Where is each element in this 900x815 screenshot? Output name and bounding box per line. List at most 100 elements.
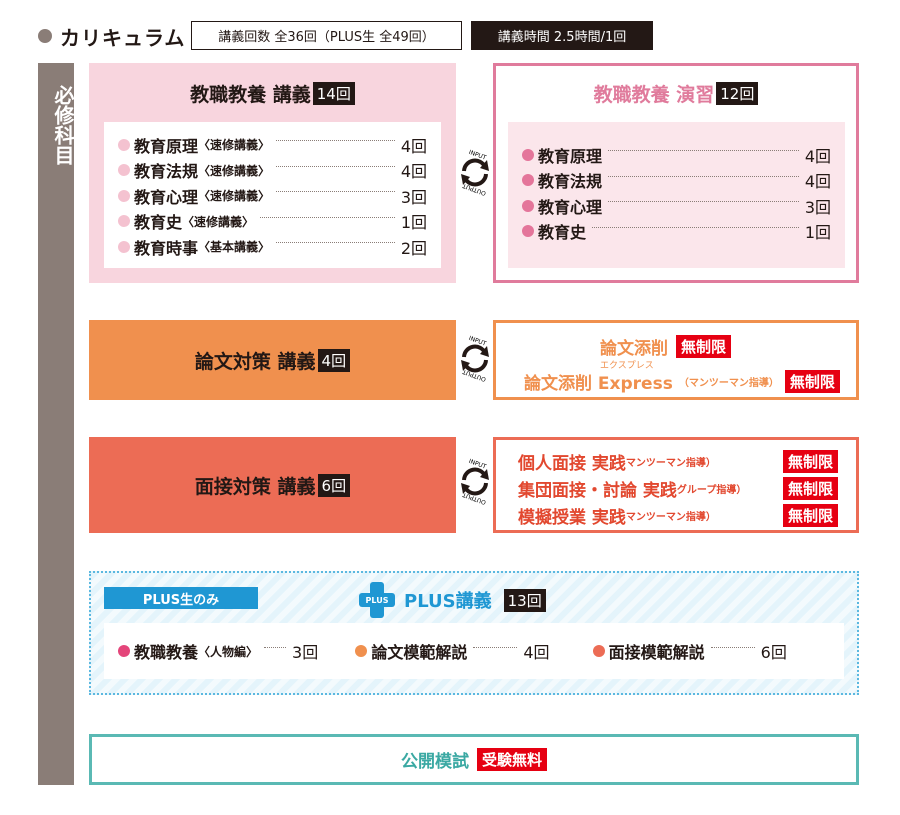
ronbun-express-label: 論文添削 Express: [524, 374, 673, 394]
lecture-time-badge: 講義時間 2.5時間/1回: [471, 21, 653, 50]
item-name: 教育心理: [538, 197, 603, 217]
unlimited-tag: 無制限: [782, 450, 838, 473]
item-name: 教育法規: [134, 162, 199, 182]
free-tag: 受験無料: [476, 748, 547, 771]
item-name: 教職教養: [134, 643, 199, 662]
item-sub: マンツーマン指導）: [625, 512, 716, 523]
bullet-icon: [118, 138, 130, 151]
list-item: 模擬授業 実践 マンツーマン指導） 無制限: [518, 503, 838, 528]
unlimited-tag: 無制限: [676, 335, 732, 358]
item-count: 3回: [804, 197, 831, 217]
mock-exam-box: 公開模試 受験無料: [89, 734, 859, 785]
bullet-icon: [118, 645, 130, 657]
title-bullet-icon: [38, 29, 52, 43]
ronbun-lecture-box: 論文対策 講義 4回: [89, 320, 456, 400]
list-item: 個人面接 実践 マンツーマン指導） 無制限: [518, 449, 838, 474]
item-count: 3回: [400, 187, 427, 207]
item-name: 模擬授業 実践: [518, 508, 626, 528]
lecture-count-badge: 講義回数 全36回（PLUS生 全49回）: [191, 21, 462, 50]
input-output-cycle-icon: INPUT OUTPUT: [461, 335, 489, 383]
item-sub: 〈人物編〉: [198, 644, 259, 659]
bullet-icon: [522, 199, 534, 212]
count-badge: 4回: [317, 348, 351, 372]
item-count: 6回: [760, 643, 787, 662]
list-item: 教育心理 3回: [522, 193, 831, 219]
item-name: 教育原理: [134, 136, 199, 156]
list-item: 教育心理 〈速修講義〉 3回: [118, 183, 427, 209]
item-count: 1回: [400, 213, 427, 233]
list-item: 教育時事 〈基本講義〉 2回: [118, 234, 427, 260]
kyoshoku-practice-title-text: 教職教養 演習: [593, 84, 715, 106]
list-item: 教育史 〈速修講義〉 1回: [118, 209, 427, 235]
kyoshoku-lecture-list: 教育原理 〈速修講義〉 4回 教育法規 〈速修講義〉 4回 教育心理 〈速修講義〉 3回 教…: [104, 122, 441, 268]
unlimited-tag: 無制限: [784, 370, 840, 393]
kyoshoku-practice-title: 教職教養 演習 12回: [493, 80, 859, 107]
item-name: 個人面接 実践: [518, 454, 626, 474]
list-item: 教育史 1回: [522, 219, 831, 245]
input-output-cycle-icon: INPUT OUTPUT: [461, 458, 489, 506]
ronbun-express-sub: （マンツーマン指導）: [678, 378, 779, 389]
item-count: 1回: [804, 223, 831, 243]
item-name: 教育原理: [538, 146, 603, 166]
item-name: 教育史: [538, 223, 587, 243]
item-count: 4回: [804, 172, 831, 192]
list-item: 面接模範解説 6回: [592, 639, 830, 663]
leader-dots: [276, 140, 395, 142]
required-subjects-sidebar: 必修科目: [38, 63, 75, 785]
ronbun-output-box: 論文添削 無制限 エクスプレス 論文添削 Express （マンツーマン指導） …: [493, 320, 859, 400]
bullet-icon: [522, 225, 534, 238]
bullet-icon: [522, 148, 534, 161]
item-sub: 〈速修講義〉: [198, 189, 271, 204]
mensetsu-lecture-box: 面接対策 講義 6回: [89, 437, 456, 533]
leader-dots: [592, 226, 799, 228]
bullet-icon: [592, 645, 605, 657]
list-item: 教育原理 4回: [522, 142, 831, 168]
item-name: 教育法規: [538, 172, 603, 192]
leader-dots: [276, 191, 395, 193]
count-badge: 14回: [312, 82, 355, 105]
list-item: 教育法規 〈速修講義〉 4回: [118, 158, 427, 184]
list-item: 教育法規 4回: [522, 168, 831, 194]
plus-list: 教職教養 〈人物編〉 3回 論文模範解説 4回 面接模範解説 6回: [104, 623, 844, 679]
item-name: 面接模範解説: [608, 643, 705, 662]
count-badge: 12回: [716, 82, 759, 105]
leader-dots: [276, 242, 395, 244]
mock-exam-title: 公開模試: [400, 752, 469, 772]
ronbun-express-row: 論文添削 Express （マンツーマン指導） 無制限: [524, 369, 840, 394]
plus-lecture-title: PLUS PLUS講義 13回: [358, 582, 546, 618]
bullet-icon: [355, 645, 368, 657]
ronbun-correction-row: 論文添削 無制限: [600, 334, 732, 359]
kyoshoku-lecture-title: 教職教養 講義 14回: [89, 80, 456, 107]
kyoshoku-lecture-title-text: 教職教養 講義: [190, 84, 311, 106]
plus-icon: PLUS: [359, 582, 395, 618]
item-name: 教育時事: [134, 238, 199, 258]
page-title: カリキュラム: [60, 26, 186, 50]
item-sub: 〈基本講義〉: [198, 240, 271, 255]
leader-dots: [608, 150, 799, 152]
plus-icon-text: PLUS: [366, 596, 389, 605]
item-count: 4回: [400, 162, 427, 182]
list-item: 論文模範解説 4回: [355, 639, 592, 663]
leader-dots: [710, 646, 755, 648]
item-sub: 〈速修講義〉: [182, 214, 255, 229]
item-count: 4回: [400, 136, 427, 156]
kyoshoku-practice-list: 教育原理 4回 教育法規 4回 教育心理 3回 教育史 1回: [508, 122, 845, 268]
bullet-icon: [522, 174, 534, 187]
item-sub: 〈速修講義〉: [198, 163, 271, 178]
bullet-icon: [118, 215, 130, 228]
item-count: 3回: [292, 643, 319, 662]
ronbun-lecture-title: 論文対策 講義: [194, 350, 316, 373]
unlimited-tag: 無制限: [782, 477, 838, 500]
leader-dots: [473, 646, 518, 648]
item-name: 論文模範解説: [371, 643, 468, 662]
plus-only-label: PLUS生のみ: [104, 587, 258, 609]
ronbun-correction-label: 論文添削: [600, 339, 668, 359]
leader-dots: [264, 646, 287, 648]
list-item: 教職教養 〈人物編〉 3回: [118, 639, 355, 663]
leader-dots: [608, 201, 799, 203]
item-count: 4回: [523, 643, 550, 662]
sidebar-label: 必修科目: [51, 85, 75, 165]
list-item: 集団面接・討論 実践 グループ指導） 無制限: [518, 476, 838, 501]
item-sub: グループ指導）: [676, 485, 747, 496]
leader-dots: [260, 216, 395, 218]
